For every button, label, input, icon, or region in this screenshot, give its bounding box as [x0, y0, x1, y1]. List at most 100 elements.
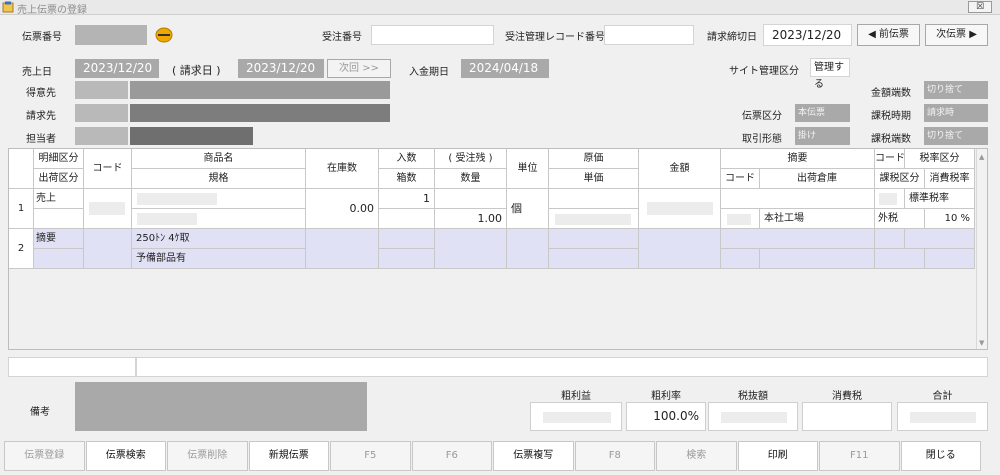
- bill-date-label: ( 請求日 ): [172, 64, 221, 77]
- order-mgmt-field[interactable]: [604, 25, 694, 45]
- order-no-field[interactable]: [371, 25, 494, 45]
- lookup-coin-icon[interactable]: [155, 27, 173, 43]
- row-1-spec[interactable]: [132, 209, 306, 229]
- col-box-qty: 箱数: [379, 169, 435, 189]
- detail-grid: 明細区分 出荷区分 コード 商品名 規格 在庫数 入数 箱数 ( 受注残 ) 数…: [8, 148, 988, 350]
- row-1-tax-code[interactable]: [875, 189, 905, 209]
- row-1-unit-price[interactable]: [549, 209, 639, 229]
- row-2-stock: [306, 229, 379, 269]
- customer-label: 得意先: [26, 88, 56, 99]
- row-1-detail-type[interactable]: 売上: [34, 189, 84, 209]
- grid-scrollbar[interactable]: ▲ ▼: [976, 149, 987, 349]
- row-1-stock: 0.00: [306, 189, 379, 229]
- row-2-qty[interactable]: [435, 229, 507, 269]
- title-bar: [0, 0, 1000, 15]
- tax-rounding-field[interactable]: 切り捨て: [924, 127, 988, 145]
- row-2-summary[interactable]: [721, 229, 875, 249]
- row-2-tax-type: [875, 249, 925, 269]
- deal-type-field[interactable]: 掛け: [795, 127, 850, 145]
- fkey-f5-button[interactable]: F5: [330, 441, 411, 471]
- col-code: コード: [84, 149, 132, 189]
- row-2-unit-price[interactable]: [549, 249, 639, 269]
- fkey-search-slip-button[interactable]: 伝票検索: [85, 441, 166, 471]
- bill-date-field[interactable]: 2023/12/20: [238, 59, 324, 78]
- row-2-product-name[interactable]: 250ﾄﾝ 4ｹ取: [132, 229, 306, 249]
- gross-margin-field: 100.0%: [626, 402, 706, 431]
- row-2-code[interactable]: [84, 229, 132, 269]
- row-1-tax-rate-type: 標準税率: [905, 189, 975, 209]
- prev-slip-button[interactable]: ◀ 前伝票: [857, 24, 920, 46]
- total-field: [897, 402, 988, 431]
- closing-date-field[interactable]: 2023/12/20: [763, 24, 852, 46]
- row-2-box-qty[interactable]: [379, 249, 435, 269]
- fkey-search-button[interactable]: 検索: [656, 441, 737, 471]
- row-2-detail-type[interactable]: 摘要: [34, 229, 84, 249]
- amount-rounding-field[interactable]: 切り捨て: [924, 81, 988, 99]
- col-ship-type: 出荷区分: [34, 169, 84, 189]
- row-1-cost[interactable]: [549, 189, 639, 209]
- row-1-order-remain: [435, 189, 507, 209]
- row-1-summary[interactable]: [721, 189, 875, 209]
- tax-field: [802, 402, 892, 431]
- customer-code-field[interactable]: [75, 81, 128, 99]
- fkey-delete-button[interactable]: 伝票削除: [167, 441, 248, 471]
- col-stock: 在庫数: [306, 149, 379, 189]
- sales-date-field[interactable]: 2023/12/20: [75, 59, 159, 78]
- gross-profit-label: 粗利益: [561, 391, 591, 402]
- sales-date-label: 売上日: [22, 67, 52, 78]
- subtotal-label: 税抜額: [738, 391, 768, 402]
- fkey-register-button[interactable]: 伝票登録: [4, 441, 85, 471]
- row-2-ship-type[interactable]: [34, 249, 84, 269]
- amount-rounding-label: 金額端数: [871, 88, 911, 99]
- row-1-unit[interactable]: 個: [507, 189, 549, 229]
- staff-name-field: [130, 127, 253, 145]
- next-slip-button[interactable]: 次伝票 ▶: [925, 24, 988, 46]
- row-2-cost[interactable]: [549, 229, 639, 249]
- col-warehouse: 出荷倉庫: [760, 169, 875, 189]
- row-1-in-qty[interactable]: 1: [379, 189, 435, 209]
- site-mgmt-field[interactable]: 管理する: [810, 58, 850, 90]
- col-amount: 金額: [639, 149, 721, 189]
- billing-code-field[interactable]: [75, 104, 128, 122]
- col-spec: 規格: [132, 169, 306, 189]
- slip-no-field[interactable]: [75, 25, 147, 45]
- slip-no-label: 伝票番号: [22, 32, 62, 43]
- customer-name-field: [130, 81, 390, 99]
- staff-code-field[interactable]: [75, 127, 128, 145]
- fkey-close-button[interactable]: 閉じる: [900, 441, 981, 471]
- deal-type-label: 取引形態: [742, 134, 782, 145]
- row-1-no: 1: [9, 189, 34, 229]
- payment-due-field[interactable]: 2024/04/18: [461, 59, 549, 78]
- scroll-up-icon[interactable]: ▲: [979, 153, 984, 161]
- row-1-code[interactable]: [84, 189, 132, 229]
- row-1-wh-code[interactable]: [721, 209, 760, 229]
- subtotal-field: [708, 402, 798, 431]
- slip-type-field[interactable]: 本伝票: [795, 104, 850, 122]
- fkey-new-slip-button[interactable]: 新規伝票: [248, 441, 329, 471]
- scroll-down-icon[interactable]: ▼: [979, 339, 984, 347]
- next-time-button[interactable]: 次回 >>: [327, 59, 391, 78]
- fkey-f11-button[interactable]: F11: [819, 441, 900, 471]
- col-cost: 原価: [549, 149, 639, 169]
- row-1-ship-type[interactable]: [34, 209, 84, 229]
- closing-date-label: 請求締切日: [707, 32, 757, 43]
- fkey-f8-button[interactable]: F8: [574, 441, 655, 471]
- col-summary: 摘要: [721, 149, 875, 169]
- row-2-wh-code[interactable]: [721, 249, 760, 269]
- billing-label: 請求先: [26, 111, 56, 122]
- fkey-print-button[interactable]: 印刷: [737, 441, 818, 471]
- row-1-box-qty[interactable]: [379, 209, 435, 229]
- row-2-spec[interactable]: 予備部品有: [132, 249, 306, 269]
- close-window-button[interactable]: ☒: [968, 1, 992, 13]
- row-2-tax-code[interactable]: [875, 229, 905, 249]
- fkey-f6-button[interactable]: F6: [411, 441, 492, 471]
- tax-timing-field[interactable]: 請求時: [924, 104, 988, 122]
- row-2-unit[interactable]: [507, 229, 549, 269]
- col-tax-rate: 消費税率: [925, 169, 975, 189]
- notes-field[interactable]: [75, 382, 367, 431]
- tax-rounding-label: 課税端数: [871, 134, 911, 145]
- row-2-in-qty[interactable]: [379, 229, 435, 249]
- row-1-qty[interactable]: 1.00: [435, 209, 507, 229]
- row-1-product-name[interactable]: [132, 189, 306, 209]
- fkey-copy-slip-button[interactable]: 伝票複写: [493, 441, 574, 471]
